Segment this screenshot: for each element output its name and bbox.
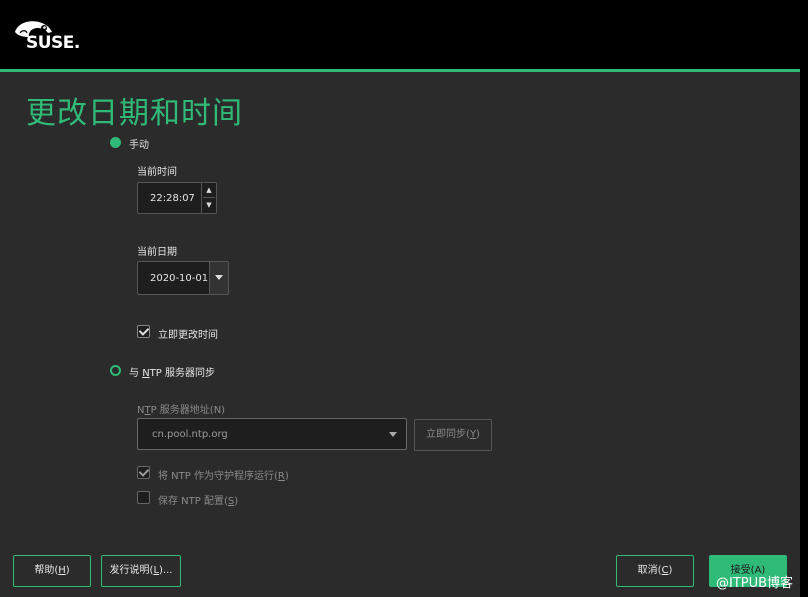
- release-notes-button[interactable]: 发行说明(L)...: [101, 555, 181, 587]
- date-value[interactable]: 2020-10-01: [150, 273, 208, 284]
- time-spin-buttons: ▲ ▼: [201, 183, 216, 213]
- window-edge: [800, 0, 808, 597]
- save-ntp-config-label[interactable]: 保存 NTP 配置(S): [158, 492, 238, 507]
- time-spinbox[interactable]: 22:28:07 ▲ ▼: [137, 182, 217, 214]
- page-title: 更改日期和时间: [26, 96, 243, 131]
- run-ntp-daemon-label[interactable]: 将 NTP 作为守护程序运行(R): [158, 467, 289, 482]
- help-button[interactable]: 帮助(H): [13, 555, 91, 587]
- suse-logo-text: SUSE.: [26, 33, 80, 53]
- current-time-label: 当前时间: [137, 167, 177, 178]
- watermark-text: @ITPUB博客: [716, 576, 794, 591]
- current-date-label: 当前日期: [137, 247, 177, 258]
- ntp-server-value[interactable]: cn.pool.ntp.org: [152, 429, 228, 440]
- ntp-server-combobox[interactable]: cn.pool.ntp.org: [137, 418, 407, 450]
- time-value[interactable]: 22:28:07: [150, 193, 195, 204]
- header-accent-line: [0, 69, 800, 72]
- chevron-down-icon: [389, 432, 397, 437]
- chevron-down-icon: [215, 275, 223, 280]
- spin-up-icon[interactable]: ▲: [203, 183, 215, 198]
- run-ntp-daemon-checkbox[interactable]: [137, 466, 150, 479]
- sync-now-button[interactable]: 立即同步(Y): [414, 419, 492, 451]
- header-bar: [0, 0, 808, 69]
- manual-radio-label[interactable]: 手动: [129, 136, 149, 151]
- manual-radio[interactable]: [110, 137, 121, 148]
- cancel-button[interactable]: 取消(C): [616, 555, 694, 587]
- spin-down-icon[interactable]: ▼: [203, 198, 215, 212]
- ntp-server-address-label: NTP 服务器地址(N): [137, 405, 226, 416]
- save-ntp-config-checkbox[interactable]: [137, 491, 150, 504]
- date-dropdown-button[interactable]: [209, 262, 228, 294]
- change-time-now-checkbox[interactable]: [137, 325, 150, 338]
- ntp-sync-radio[interactable]: [110, 365, 121, 376]
- date-picker[interactable]: 2020-10-01: [137, 261, 229, 295]
- change-time-now-label[interactable]: 立即更改时间: [158, 326, 218, 341]
- ntp-sync-radio-label[interactable]: 与 NTP 服务器同步: [129, 364, 215, 379]
